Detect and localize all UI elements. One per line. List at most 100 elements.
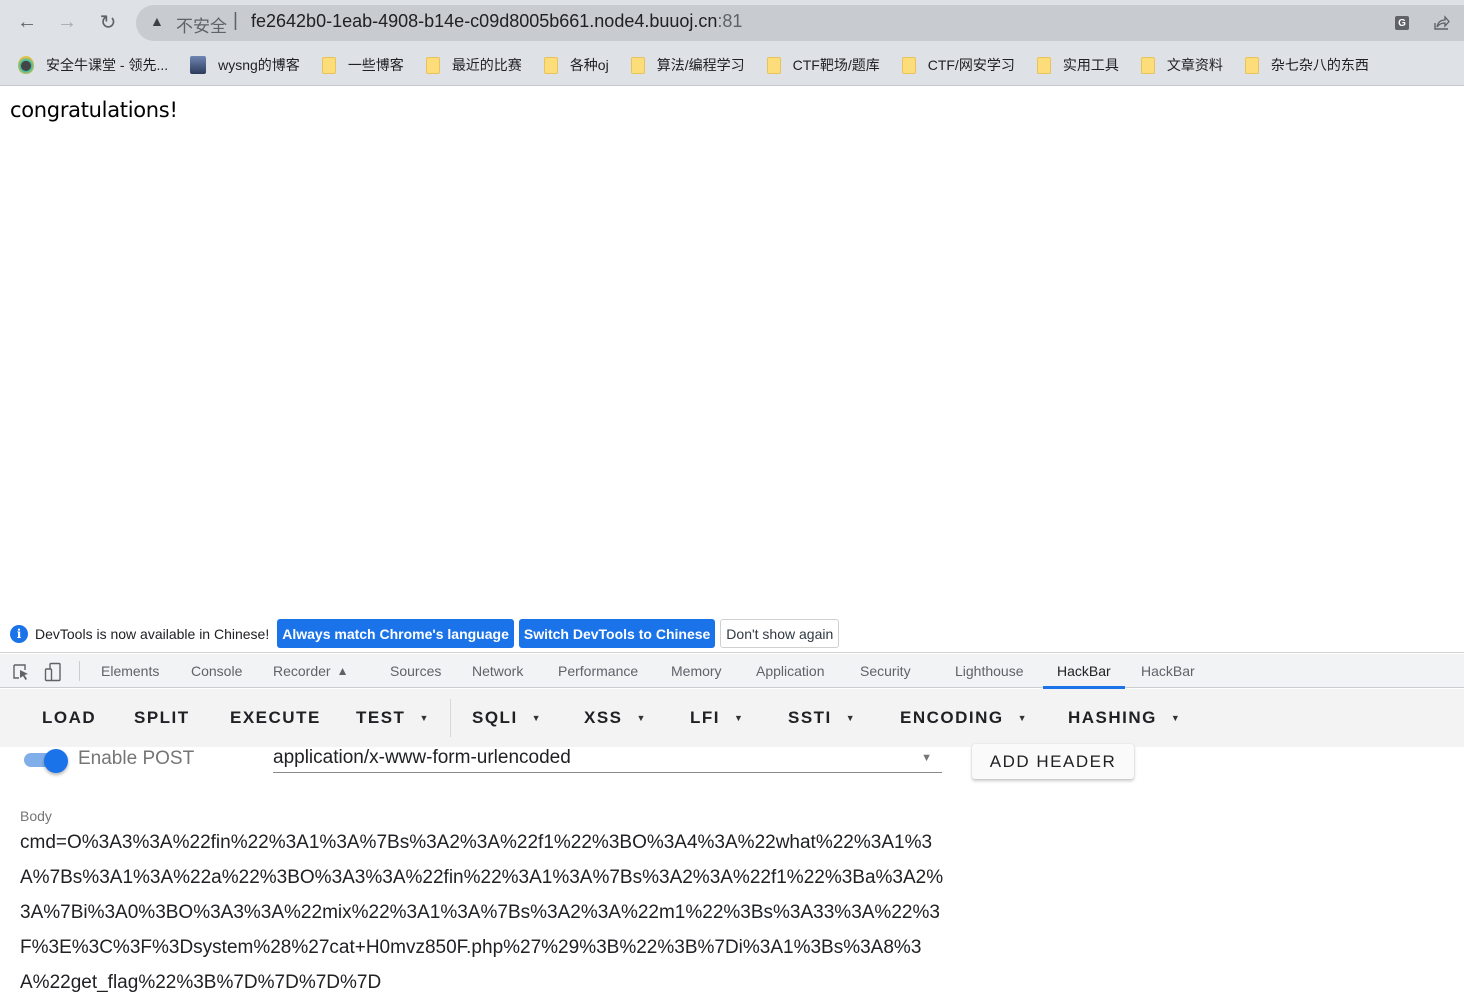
folder-icon	[1140, 56, 1155, 74]
hackbar-toolbar: LOAD SPLIT EXECUTE TEST ▼ SQLI ▼ XSS ▼ LFI ▼…	[0, 689, 1464, 747]
folder-icon	[630, 56, 645, 74]
encoding-menu-button[interactable]: ENCODING ▼	[900, 707, 1028, 729]
inspect-element-icon[interactable]	[11, 662, 31, 682]
browser-toolbar: ← → ↻ ▲ 不安全 | fe2642b0-1eab-4908-b14e-c0…	[0, 0, 1464, 45]
dont-show-again-button[interactable]: Don't show again	[720, 619, 840, 648]
bookmark-label: 文章资料	[1166, 57, 1223, 73]
bookmark-item[interactable]: 各种oj	[543, 51, 609, 79]
caret-down-icon: ▼	[845, 713, 857, 723]
url-port: :81	[717, 11, 743, 31]
bookmark-item[interactable]: wysng的博客	[190, 51, 300, 79]
tab-recorder-label: Recorder	[273, 663, 331, 679]
shield-icon	[18, 56, 34, 74]
bookmark-item[interactable]: CTF/网安学习	[901, 51, 1015, 79]
security-label[interactable]: 不安全	[176, 12, 227, 37]
load-button[interactable]: LOAD	[42, 707, 96, 729]
caret-down-icon: ▼	[636, 713, 647, 723]
encoding-label: ENCODING	[900, 708, 1004, 727]
bookmark-label: 杂七杂八的东西	[1270, 57, 1369, 73]
always-match-language-button[interactable]: Always match Chrome's language	[277, 619, 514, 648]
lfi-label: LFI	[690, 708, 720, 727]
folder-icon	[901, 56, 916, 74]
tab-memory[interactable]: Memory	[671, 654, 722, 688]
divider: |	[233, 10, 238, 31]
bookmark-item[interactable]: 最近的比赛	[425, 51, 522, 79]
bookmark-item[interactable]: CTF靶场/题库	[766, 51, 880, 79]
bookmark-label: CTF/网安学习	[927, 57, 1015, 73]
tab-sources[interactable]: Sources	[390, 654, 441, 688]
bookmark-label: 实用工具	[1062, 57, 1119, 73]
enable-post-toggle[interactable]	[22, 749, 70, 773]
bookmark-item[interactable]: 算法/编程学习	[630, 51, 745, 79]
sqli-label: SQLI	[472, 708, 518, 727]
share-button[interactable]	[1432, 13, 1452, 33]
url-text[interactable]: fe2642b0-1eab-4908-b14e-c09d8005b661.nod…	[251, 11, 742, 32]
caret-down-icon: ▼	[531, 713, 543, 723]
bookmark-label: wysng的博客	[218, 57, 300, 73]
switch-to-chinese-button[interactable]: Switch DevTools to Chinese	[518, 619, 716, 648]
bookmarks-bar: 安全牛课堂 - 领先... wysng的博客 一些博客 最近的比赛 各种oj 算法/编程学…	[0, 45, 1464, 86]
divider	[450, 699, 451, 737]
device-toolbar-icon[interactable]	[44, 662, 64, 682]
folder-icon	[425, 56, 440, 74]
bookmark-label: 各种oj	[569, 57, 609, 73]
caret-down-icon: ▼	[921, 752, 932, 764]
tab-security[interactable]: Security	[860, 654, 911, 688]
xss-label: XSS	[584, 708, 623, 727]
info-icon: i	[10, 624, 28, 643]
caret-down-icon: ▼	[734, 713, 745, 723]
tab-lighthouse[interactable]: Lighthouse	[955, 654, 1024, 688]
lfi-menu-button[interactable]: LFI ▼	[690, 707, 744, 729]
tab-elements[interactable]: Elements	[101, 654, 159, 688]
bookmark-item[interactable]: 一些博客	[321, 51, 404, 79]
translate-icon: G	[1395, 16, 1409, 30]
tab-network[interactable]: Network	[472, 654, 523, 688]
forward-button[interactable]: →	[54, 9, 80, 35]
tab-performance[interactable]: Performance	[558, 654, 638, 688]
folder-icon	[1244, 56, 1259, 74]
bookmark-label: 一些博客	[347, 57, 404, 73]
execute-button[interactable]: EXECUTE	[230, 707, 321, 729]
tab-console[interactable]: Console	[191, 654, 242, 688]
body-textarea[interactable]: cmd=O%3A3%3A%22fin%22%3A1%3A%7Bs%3A2%3A%…	[20, 825, 945, 1000]
divider	[79, 661, 80, 681]
tab-application[interactable]: Application	[756, 654, 825, 688]
folder-icon	[543, 56, 558, 74]
hashing-label: HASHING	[1068, 708, 1157, 727]
back-button[interactable]: ←	[14, 9, 40, 35]
bookmark-item[interactable]: 安全牛课堂 - 领先...	[18, 51, 168, 79]
url-host: fe2642b0-1eab-4908-b14e-c09d8005b661.nod…	[251, 11, 718, 31]
bookmark-label: 最近的比赛	[451, 57, 522, 73]
caret-down-icon: ▼	[1017, 713, 1029, 723]
tab-hackbar-active[interactable]: HackBar	[1043, 654, 1125, 689]
page-content: congratulations!	[0, 87, 1464, 615]
reload-button[interactable]: ↻	[95, 9, 121, 35]
folder-icon	[1036, 56, 1051, 74]
translate-button[interactable]: G	[1392, 13, 1412, 33]
arrow-left-icon: ←	[17, 10, 37, 33]
infobar-message: DevTools is now available in Chinese!	[35, 625, 270, 642]
hashing-menu-button[interactable]: HASHING ▼	[1068, 707, 1181, 729]
address-bar[interactable]: ▲ 不安全 | fe2642b0-1eab-4908-b14e-c09d8005…	[136, 5, 1464, 41]
content-type-select[interactable]: application/x-www-form-urlencoded ▼	[273, 747, 942, 773]
bookmark-item[interactable]: 文章资料	[1140, 51, 1223, 79]
bookmark-item[interactable]: 杂七杂八的东西	[1244, 51, 1369, 79]
tab-hackbar[interactable]: HackBar	[1141, 654, 1195, 688]
split-button[interactable]: SPLIT	[134, 707, 190, 729]
devtools-infobar: i DevTools is now available in Chinese! …	[0, 615, 1464, 653]
page-message: congratulations!	[10, 98, 178, 122]
bookmark-item[interactable]: 实用工具	[1036, 51, 1119, 79]
sqli-menu-button[interactable]: SQLI ▼	[472, 707, 542, 729]
ssti-menu-button[interactable]: SSTI ▼	[788, 707, 856, 729]
bookmark-label: 安全牛课堂 - 领先...	[46, 57, 169, 73]
add-header-button[interactable]: ADD HEADER	[972, 744, 1134, 779]
folder-icon	[766, 56, 781, 74]
arrow-right-icon: →	[57, 10, 77, 33]
tab-recorder[interactable]: Recorder ▲	[273, 654, 348, 688]
xss-menu-button[interactable]: XSS ▼	[584, 707, 647, 729]
hackbar-panel: Enable POST application/x-www-form-urlen…	[0, 744, 1464, 993]
test-menu-button[interactable]: TEST ▼	[356, 707, 430, 729]
bookmark-label: 算法/编程学习	[656, 57, 745, 73]
folder-icon	[321, 56, 336, 74]
toggle-thumb	[44, 749, 68, 773]
